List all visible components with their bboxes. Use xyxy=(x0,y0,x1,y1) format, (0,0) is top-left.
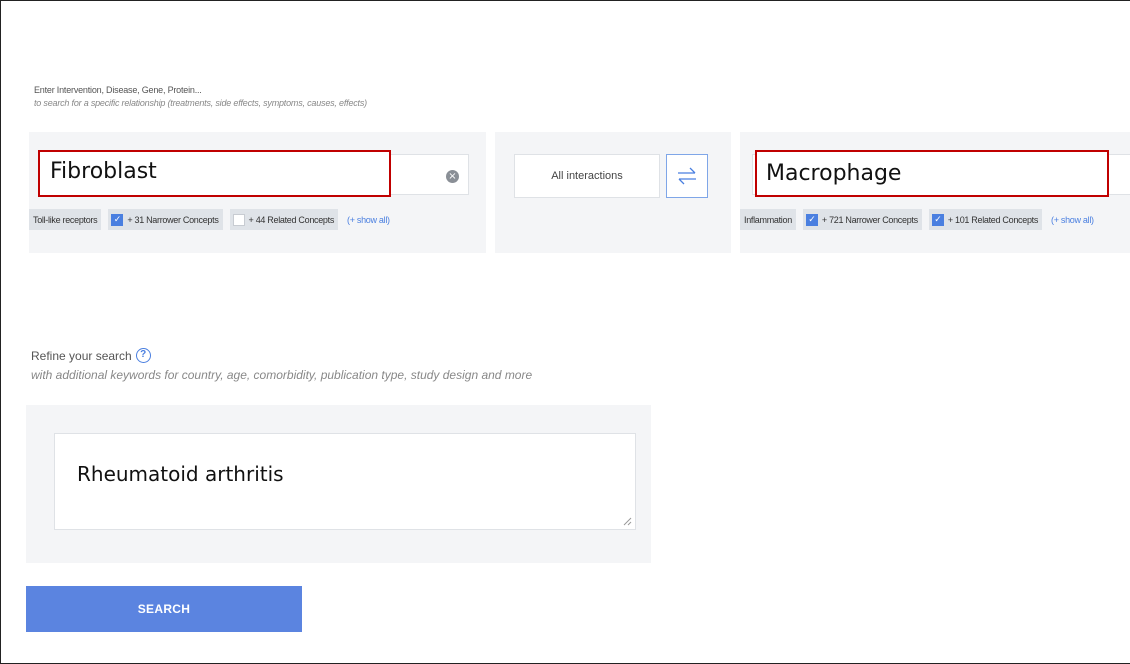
refine-title-row: Refine your search ? xyxy=(31,348,532,363)
right-concept-chips: Inflammation ✓ + 721 Narrower Concepts ✓… xyxy=(740,209,1094,230)
left-narrower-concepts-chip[interactable]: ✓ + 31 Narrower Concepts xyxy=(108,209,223,230)
refine-panel: Rheumatoid arthritis xyxy=(26,405,651,563)
refine-subtitle: with additional keywords for country, ag… xyxy=(31,368,533,382)
right-narrower-concepts-label: + 721 Narrower Concepts xyxy=(821,214,918,225)
interaction-type-select[interactable]: All interactions xyxy=(514,154,660,198)
search-button-label: SEARCH xyxy=(137,602,191,616)
right-concept-chip[interactable]: Inflammation xyxy=(740,209,796,230)
checkbox-checked-icon[interactable]: ✓ xyxy=(111,213,124,226)
search-button[interactable]: SEARCH xyxy=(26,586,302,632)
swap-terms-button[interactable] xyxy=(666,154,708,198)
interaction-type-label: All interactions xyxy=(551,170,623,182)
right-related-concepts-chip[interactable]: ✓ + 101 Related Concepts xyxy=(928,209,1043,230)
left-show-all-link[interactable]: (+ show all) xyxy=(347,215,390,225)
search-hint: Enter Intervention, Disease, Gene, Prote… xyxy=(34,85,367,108)
left-related-concepts-chip[interactable]: + 44 Related Concepts xyxy=(229,209,339,230)
checkbox-unchecked-icon[interactable] xyxy=(232,213,245,226)
refine-title: Refine your search xyxy=(31,348,132,363)
help-icon[interactable]: ? xyxy=(135,348,151,363)
left-concept-chips: Toll-like receptors ✓ + 31 Narrower Conc… xyxy=(29,209,390,230)
clear-icon[interactable]: × xyxy=(446,170,459,183)
checkbox-checked-icon[interactable]: ✓ xyxy=(805,213,818,226)
left-narrower-concepts-label: + 31 Narrower Concepts xyxy=(127,214,219,225)
right-narrower-concepts-chip[interactable]: ✓ + 721 Narrower Concepts xyxy=(802,209,922,230)
swap-arrows-icon xyxy=(678,167,696,185)
refine-section: Refine your search ? with additional key… xyxy=(31,348,532,382)
right-related-concepts-label: + 101 Related Concepts xyxy=(947,214,1039,225)
left-related-concepts-label: + 44 Related Concepts xyxy=(248,214,335,225)
checkbox-checked-icon[interactable]: ✓ xyxy=(931,213,944,226)
resize-handle-icon[interactable] xyxy=(623,517,632,526)
right-show-all-link[interactable]: (+ show all) xyxy=(1051,215,1094,225)
refine-keywords-textarea[interactable]: Rheumatoid arthritis xyxy=(54,433,636,530)
refine-keywords-value: Rheumatoid arthritis xyxy=(77,462,284,486)
left-concept-chip[interactable]: Toll-like receptors xyxy=(29,209,102,230)
search-hint-subtitle: to search for a specific relationship (t… xyxy=(34,98,367,108)
right-term-value: Macrophage xyxy=(766,161,902,186)
search-hint-title: Enter Intervention, Disease, Gene, Prote… xyxy=(34,85,202,95)
left-term-value: Fibroblast xyxy=(50,159,157,184)
